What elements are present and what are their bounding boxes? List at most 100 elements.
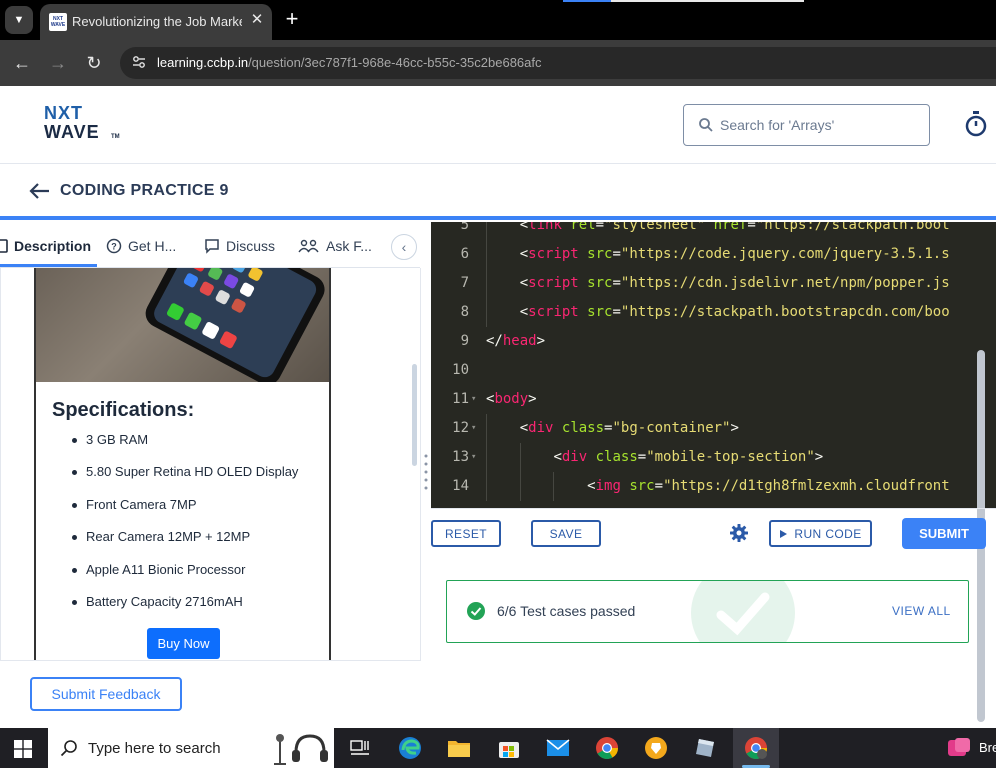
code-line[interactable]: 13 ▾ <div class="mobile-top-section"> [431,443,996,472]
edge-browser-icon[interactable] [398,736,422,760]
file-explorer-icon[interactable] [447,736,471,760]
task-view-icon[interactable] [348,736,372,760]
help-icon: ? [106,238,122,254]
windows-start-icon[interactable] [14,740,32,758]
code-token: class [561,420,605,436]
code-token: src [629,478,655,494]
code-text: <script src="https://cdn.jsdelivr.net/np… [520,269,950,298]
code-token: > [814,449,824,465]
spec-item: 3 GB RAM [70,432,320,464]
url-text: learning.ccbp.in/question/3ec787f1-968e-… [157,55,542,70]
check-circle-icon [467,602,485,620]
browser-tab[interactable]: NXT WAVE Revolutionizing the Job Market … [40,4,272,40]
stopwatch-icon[interactable] [963,110,989,138]
people-icon [298,239,319,253]
problem-tabs: Description ? Get H... Discuss Ask F... … [0,222,420,268]
browser-tab-bar: ▼ NXT WAVE Revolutionizing the Job Marke… [0,0,996,40]
brave-icon[interactable] [644,736,668,760]
code-line[interactable]: 6 <script src="https://code.jquery.com/jq… [431,240,996,269]
notes-app-icon[interactable] [693,736,717,760]
submit-button[interactable]: SUBMIT [902,518,986,549]
line-number: 5 [460,222,469,233]
url-path: /question/3ec787f1-968e-46cc-b55c-35c2be… [248,55,542,70]
spec-list: 3 GB RAM 5.80 Super Retina HD OLED Displ… [70,432,320,626]
chrome-active-icon[interactable] [744,736,768,760]
code-editor[interactable]: 5 <link rel="stylesheet" href="https://st… [431,222,996,508]
code-line[interactable]: 5 <link rel="stylesheet" href="https://st… [431,222,996,240]
code-token: src [587,246,613,262]
tab-get-help[interactable]: ? Get H... [106,236,176,256]
line-number: 12 [452,420,469,436]
forward-icon[interactable]: → [46,51,70,75]
chrome-icon[interactable] [595,736,619,760]
line-number: 11 [452,391,469,407]
tab-get-help-label: Get H... [128,238,177,254]
buy-now-button[interactable]: Buy Now [147,628,220,659]
logo-tm: TM [111,134,120,140]
code-token: script [528,304,579,320]
gear-icon[interactable] [730,524,748,542]
code-token: "https://d1tgh8fmlzexmh.cloudfront [663,478,950,494]
fold-toggle-icon[interactable]: ▾ [471,414,476,443]
editor-splitter [431,508,996,509]
save-button[interactable]: SAVE [531,520,601,547]
new-tab-icon[interactable]: + [280,8,304,32]
view-all-link[interactable]: VIEW ALL [892,604,951,618]
url-field[interactable]: learning.ccbp.in/question/3ec787f1-968e-… [120,47,996,79]
code-token: rel [570,222,596,233]
run-code-label: RUN CODE [794,526,862,541]
mail-icon[interactable] [546,736,570,760]
code-token: class [595,449,638,465]
code-line[interactable]: 12 ▾ <div class="bg-container"> [431,414,996,443]
code-token: < [587,478,596,494]
tab-discuss[interactable]: Discuss [204,236,275,256]
site-info-icon[interactable] [130,54,148,72]
code-line[interactable]: 11 ▾ <body> [431,385,996,414]
document-icon [0,239,8,253]
code-line[interactable]: 7 <script src="https://cdn.jsdelivr.net/n… [431,269,996,298]
reload-icon[interactable]: ↻ [82,51,106,75]
spec-item: Rear Camera 12MP + 12MP [70,529,320,561]
nxtwave-logo[interactable]: NXT WAVE TM [44,104,124,144]
fold-toggle-icon[interactable]: ▾ [471,385,476,414]
collapse-panel-icon[interactable]: ‹ [391,234,417,260]
spec-item: Front Camera 7MP [70,497,320,529]
code-token: = [612,275,621,291]
code-line[interactable]: 9 </head> [431,327,996,356]
fold-toggle-icon[interactable]: ▾ [471,443,476,472]
code-token: = [595,222,605,233]
code-token: </ [486,333,503,349]
indent-guide [486,414,487,443]
taskbar: Type here to search Bre [0,728,996,768]
code-line[interactable]: 8 <script src="https://stackpath.bootstra… [431,298,996,327]
code-token: img [595,478,621,494]
code-token: div [561,449,588,465]
tray-news-text[interactable]: Bre [979,740,996,755]
resize-handle-icon[interactable] [424,452,428,492]
reset-button[interactable]: RESET [431,520,501,547]
close-tab-icon[interactable]: ✕ [248,11,266,29]
code-token: "bg-container" [612,420,731,436]
code-token: src [587,275,613,291]
tab-description[interactable]: Description [0,236,91,256]
store-icon[interactable] [497,736,521,760]
tab-ask-friend[interactable]: Ask F... [298,236,372,256]
search-box[interactable] [683,104,930,146]
search-input[interactable] [720,115,920,135]
taskbar-search-box[interactable]: Type here to search [48,728,334,768]
code-line[interactable]: 10 [431,356,996,385]
widgets-icon[interactable] [947,736,971,760]
preview-scrollbar[interactable] [412,364,417,466]
back-icon[interactable]: ← [10,51,34,75]
run-code-button[interactable]: RUN CODE [769,520,872,547]
code-token: "mobile-top-section" [646,449,815,465]
indent-guide [486,222,487,240]
line-number: 6 [460,246,469,262]
back-arrow-icon[interactable] [28,181,52,201]
spec-item: Apple A11 Bionic Processor [70,562,320,594]
code-line[interactable]: 14 <img src="https://d1tgh8fmlzexmh.cloud… [431,472,996,501]
submit-feedback-button[interactable]: Submit Feedback [30,677,182,711]
tab-search-dropdown-icon[interactable]: ▼ [5,6,33,34]
